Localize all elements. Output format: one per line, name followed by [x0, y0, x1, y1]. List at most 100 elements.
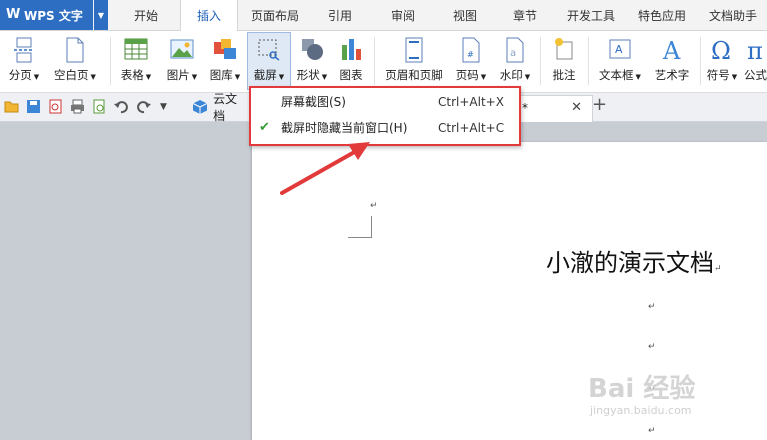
undo-icon[interactable] — [114, 99, 129, 114]
menu-item-label: 屏幕截图(S) — [281, 95, 346, 109]
paragraph-mark: ↵ — [370, 201, 378, 211]
tab-view[interactable]: 视图 — [440, 0, 490, 30]
baidu-watermark-url: jingyan.baidu.com — [590, 404, 692, 417]
close-tab-icon[interactable]: ✕ — [571, 100, 582, 115]
screenshot-icon — [258, 39, 280, 61]
gallery-label: 图库 — [209, 68, 233, 82]
svg-text:π: π — [747, 37, 763, 63]
blank-page-label: 空白页 — [54, 68, 89, 82]
ribbon-separator — [374, 37, 375, 85]
ribbon-separator — [110, 37, 111, 85]
svg-text:A: A — [615, 43, 623, 56]
svg-text:#: # — [467, 50, 474, 59]
page-break-icon — [14, 37, 34, 63]
tab-section[interactable]: 章节 — [500, 0, 550, 30]
chart-button[interactable]: 图表 — [332, 33, 370, 89]
page-break-button[interactable]: 分页 ▼ — [2, 33, 46, 89]
paragraph-mark: ↵ — [648, 426, 656, 436]
screenshot-button[interactable]: 截屏 ▼ — [247, 32, 291, 90]
paragraph-mark: ↵ — [648, 342, 656, 352]
word-art-icon: A — [662, 37, 681, 63]
text-box-icon: A — [609, 39, 631, 59]
table-icon — [124, 38, 148, 60]
menu-bar: W WPS 文字 ▼ 开始 插入 页面布局 引用 审阅 视图 章节 开发工具 特… — [0, 0, 767, 31]
watermark-icon: a — [506, 37, 524, 63]
text-box-button[interactable]: A 文本框 ▼ — [594, 33, 646, 89]
header-footer-label: 页眉和页脚 — [385, 68, 443, 82]
table-button[interactable]: 表格 ▼ — [114, 33, 158, 89]
customize-toolbar-arrow[interactable]: ▼ — [160, 102, 167, 112]
document-title-text[interactable]: 小澈的演示文档↵ — [546, 243, 722, 278]
tab-references[interactable]: 引用 — [315, 0, 365, 30]
print-preview-icon[interactable] — [92, 99, 107, 114]
gallery-button[interactable]: 图库 ▼ — [204, 33, 246, 89]
omega-symbol-icon: Ω — [711, 37, 731, 63]
chart-label: 图表 — [339, 68, 363, 82]
app-title: WPS 文字 — [24, 8, 83, 23]
header-footer-icon — [405, 37, 423, 63]
save-icon[interactable] — [26, 99, 41, 114]
watermark-label: 水印 — [499, 68, 523, 82]
cloud-cube-icon — [192, 100, 208, 114]
app-menu-button[interactable]: W WPS 文字 — [0, 0, 93, 30]
margin-corner-mark — [348, 216, 372, 238]
ribbon-separator — [700, 37, 701, 85]
redo-icon[interactable] — [136, 99, 151, 114]
word-art-label: 艺术字 — [654, 68, 690, 82]
tab-doc-assistant[interactable]: 文档助手 — [702, 0, 764, 30]
menu-item-screen-capture[interactable]: 屏幕截图(S) Ctrl+Alt+X — [251, 90, 519, 114]
print-icon[interactable] — [70, 99, 85, 114]
comment-button[interactable]: 批注 — [544, 33, 584, 89]
comment-label: 批注 — [552, 68, 576, 82]
word-art-button[interactable]: A 艺术字 — [648, 33, 696, 89]
blank-page-icon — [66, 37, 84, 63]
menu-item-shortcut: Ctrl+Alt+C — [438, 121, 505, 135]
shapes-button[interactable]: 形状 ▼ — [292, 33, 332, 89]
screenshot-label: 截屏 — [253, 68, 277, 82]
menu-item-shortcut: Ctrl+Alt+X — [438, 95, 504, 109]
symbol-button[interactable]: Ω 符号 ▼ — [702, 33, 742, 89]
tab-insert[interactable]: 插入 — [180, 0, 238, 31]
insert-ribbon: 分页 ▼ 空白页 ▼ 表格 ▼ 图片 ▼ 图库 ▼ 截屏 ▼ 形状 ▼ 图表 页… — [0, 31, 767, 93]
picture-label: 图片 — [166, 68, 190, 82]
wps-logo-icon: W — [6, 7, 21, 22]
comment-icon — [555, 38, 573, 60]
pi-formula-icon: π — [747, 37, 763, 63]
annotation-arrow-icon — [280, 142, 370, 195]
tab-page-layout[interactable]: 页面布局 — [242, 0, 308, 30]
text-box-label: 文本框 — [599, 68, 634, 82]
checkmark-icon: ✔ — [259, 120, 270, 135]
header-footer-button[interactable]: 页眉和页脚 — [380, 33, 448, 89]
picture-button[interactable]: 图片 ▼ — [160, 33, 204, 89]
chart-icon — [342, 39, 361, 60]
shapes-label: 形状 — [296, 68, 320, 82]
unsaved-marker: * — [522, 101, 528, 115]
tab-cloud-docs[interactable]: 云文档 — [184, 92, 247, 123]
gallery-icon — [214, 39, 236, 59]
svg-text:Ω: Ω — [711, 37, 731, 63]
page-number-icon: # — [462, 37, 480, 63]
formula-button[interactable]: π 公式 — [742, 33, 767, 89]
app-dropdown-arrow[interactable]: ▼ — [94, 0, 108, 30]
baidu-watermark-logo: Bai 经验 — [588, 374, 696, 404]
export-pdf-icon[interactable] — [48, 99, 63, 114]
shapes-icon — [302, 39, 323, 60]
svg-text:A: A — [662, 37, 681, 63]
tab-developer[interactable]: 开发工具 — [560, 0, 622, 30]
open-folder-icon[interactable] — [4, 99, 19, 114]
cloud-docs-label: 云文档 — [213, 92, 238, 123]
table-label: 表格 — [120, 68, 144, 82]
page-break-label: 分页 — [8, 68, 32, 82]
new-tab-plus-icon[interactable]: + — [592, 94, 607, 115]
blank-page-button[interactable]: 空白页 ▼ — [48, 33, 102, 89]
page-number-label: 页码 — [455, 68, 479, 82]
tab-features[interactable]: 特色应用 — [630, 0, 694, 30]
picture-icon — [170, 39, 194, 59]
watermark-button[interactable]: a 水印 ▼ — [494, 33, 536, 89]
tab-current-document[interactable]: * ✕ — [515, 95, 593, 122]
page-number-button[interactable]: # 页码 ▼ — [450, 33, 492, 89]
tab-review[interactable]: 审阅 — [378, 0, 428, 30]
tab-home[interactable]: 开始 — [118, 0, 174, 30]
svg-text:a: a — [510, 48, 516, 59]
formula-label: 公式 — [744, 68, 767, 82]
